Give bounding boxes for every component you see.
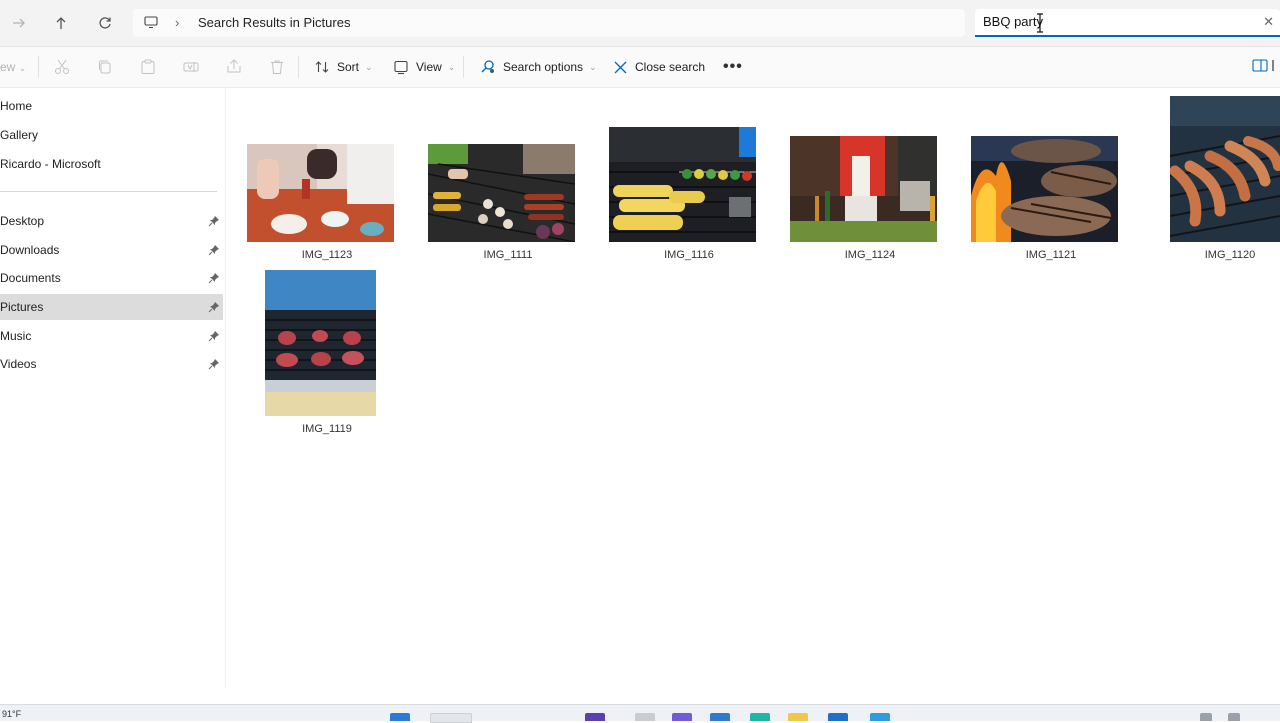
sidebar-divider (0, 191, 217, 192)
photo-image (428, 144, 575, 242)
chevron-down-icon: ⌄ (365, 61, 373, 72)
close-icon (614, 61, 627, 73)
toolbar-divider (38, 56, 39, 78)
refresh-icon (99, 17, 111, 29)
share-icon[interactable] (225, 58, 243, 76)
sidebar-item-label: Videos (0, 357, 37, 371)
search-input[interactable] (983, 14, 1243, 29)
taskbar: 91°F (0, 704, 1280, 723)
forward-button[interactable] (8, 12, 30, 34)
sidebar-item-label: Downloads (0, 243, 60, 257)
sidebar-item-label: Gallery (0, 128, 39, 142)
search-box[interactable]: ✕ (975, 9, 1280, 37)
sidebar-item-label: Music (0, 329, 32, 343)
file-name: IMG_1120 (1204, 249, 1256, 261)
new-label: ew (0, 60, 16, 74)
photo-image (790, 136, 937, 242)
pin-icon (208, 359, 219, 370)
chevron-down-icon: ⌄ (447, 61, 456, 72)
breadcrumb-location[interactable]: Search Results in Pictures (198, 15, 350, 30)
sidebar-item-home[interactable]: Home (0, 93, 223, 119)
paste-icon[interactable] (139, 58, 157, 76)
photo-image (247, 144, 394, 242)
photo-image (1170, 96, 1280, 242)
sidebar-item-label: Desktop (0, 214, 45, 228)
file-thumbnail[interactable] (790, 136, 937, 242)
sidebar-item-label: Ricardo - Microsoft (0, 157, 101, 171)
view-label: View (416, 60, 442, 74)
chevron-right-icon: › (175, 15, 180, 30)
command-bar: ew ⌄ Sort ⌄ View ⌄ Search options ⌄ Clos… (0, 47, 1280, 88)
arrow-right-icon (13, 18, 25, 28)
file-name: IMG_1121 (1025, 249, 1077, 261)
sidebar-item-pictures[interactable]: Pictures (0, 294, 223, 320)
sidebar-item-music[interactable]: Music (0, 323, 223, 349)
sidebar-item-videos[interactable]: Videos (0, 351, 223, 377)
sidebar-item-documents[interactable]: Documents (0, 265, 223, 291)
file-thumbnail[interactable] (247, 144, 394, 242)
sidebar-item-downloads[interactable]: Downloads (0, 237, 223, 263)
file-thumbnail[interactable] (1170, 96, 1280, 242)
new-button[interactable]: ew ⌄ (0, 60, 26, 74)
delete-icon[interactable] (268, 58, 286, 76)
search-options-label: Search options (503, 60, 584, 74)
sort-button[interactable]: Sort ⌄ (314, 56, 373, 78)
photo-image (609, 127, 756, 242)
pin-icon (208, 245, 219, 256)
file-thumbnail[interactable] (265, 270, 376, 416)
file-thumbnail[interactable] (971, 136, 1118, 242)
pin-icon (208, 273, 219, 284)
pin-icon (208, 331, 219, 342)
more-options-button[interactable]: ••• (723, 58, 743, 76)
monitor-icon (144, 16, 158, 29)
file-thumbnail[interactable] (609, 127, 756, 242)
refresh-button[interactable] (94, 12, 116, 34)
close-icon[interactable]: ✕ (1263, 14, 1274, 30)
rename-icon[interactable] (182, 58, 200, 76)
breadcrumb[interactable]: › Search Results in Pictures (133, 9, 965, 37)
sidebar-item-label: Home (0, 99, 33, 113)
details-pane-icon[interactable] (1252, 58, 1280, 74)
photo-image (265, 270, 376, 416)
up-button[interactable] (50, 12, 72, 34)
close-search-button[interactable]: Close search (613, 56, 705, 78)
view-button[interactable]: View ⌄ (393, 56, 455, 78)
file-name: IMG_1116 (664, 249, 714, 261)
close-search-label: Close search (635, 60, 706, 74)
sidebar-item-label: Documents (0, 271, 61, 285)
file-name: IMG_1111 (483, 249, 533, 261)
weather-temperature[interactable]: 91°F (2, 709, 21, 719)
file-name: IMG_1119 (302, 423, 352, 435)
toolbar-divider (298, 56, 299, 78)
arrow-up-icon (56, 17, 66, 29)
file-name: IMG_1124 (844, 249, 896, 261)
pin-icon (208, 216, 219, 227)
view-icon (394, 60, 408, 75)
photo-image (971, 136, 1118, 242)
address-bar: › Search Results in Pictures ✕ (0, 0, 1280, 47)
navigation-pane: Home Gallery Ricardo - Microsoft Desktop… (0, 88, 226, 688)
cut-icon[interactable] (53, 58, 71, 76)
sidebar-item-desktop[interactable]: Desktop (0, 208, 223, 234)
file-name: IMG_1123 (301, 249, 353, 261)
sort-label: Sort (337, 60, 360, 74)
copy-icon[interactable] (96, 58, 114, 76)
search-options-icon (481, 60, 494, 73)
sidebar-item-label: Pictures (0, 300, 44, 314)
file-thumbnail[interactable] (428, 144, 575, 242)
chevron-down-icon: ⌄ (589, 61, 597, 72)
toolbar-divider (463, 56, 464, 78)
text-cursor-icon (1037, 13, 1043, 33)
sidebar-item-onedrive[interactable]: Ricardo - Microsoft (0, 151, 223, 177)
search-icon[interactable] (430, 713, 472, 723)
search-options-button[interactable]: Search options ⌄ (480, 56, 597, 78)
pin-icon (208, 302, 219, 313)
sidebar-item-gallery[interactable]: Gallery (0, 122, 223, 148)
sort-icon (315, 61, 329, 73)
